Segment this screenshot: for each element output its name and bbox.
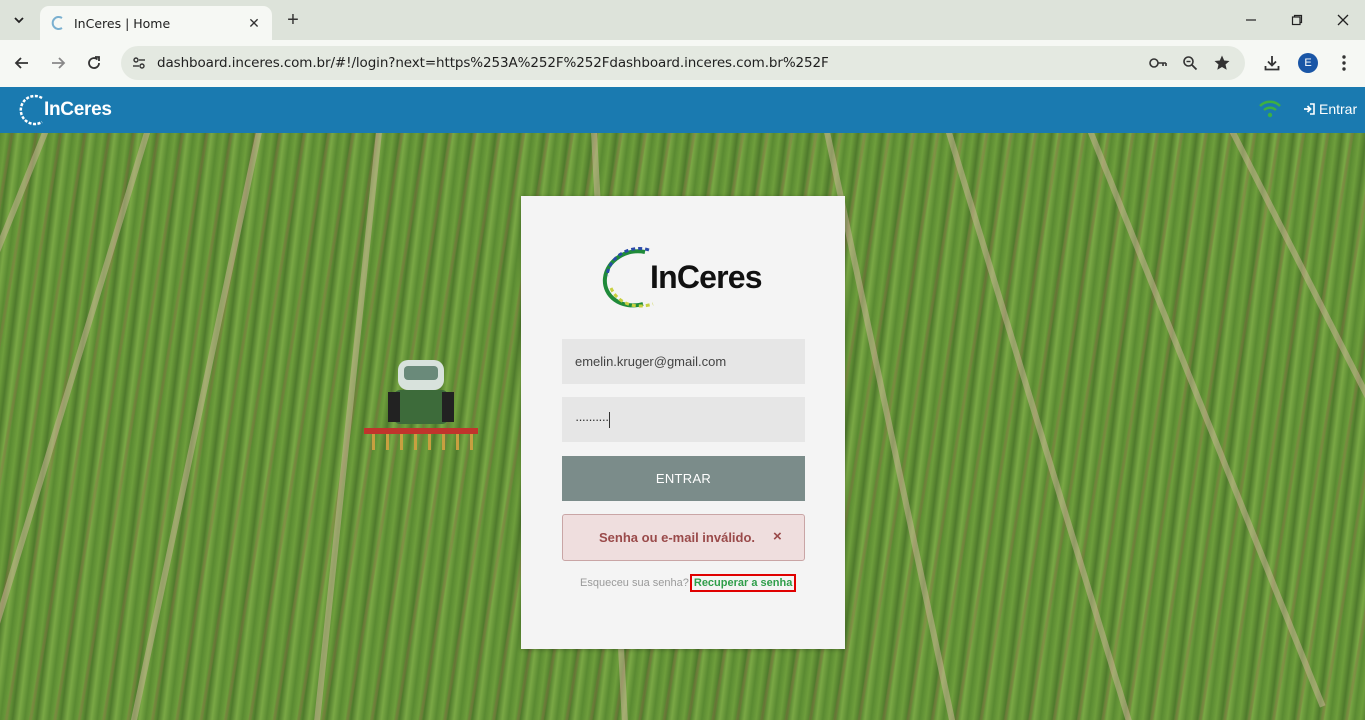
submit-login-button[interactable]: ENTRAR bbox=[562, 456, 805, 501]
star-icon bbox=[1214, 55, 1230, 70]
browser-toolbar: dashboard.inceres.com.br/#!/login?next=h… bbox=[0, 40, 1365, 87]
password-field[interactable]: ·········· bbox=[562, 397, 805, 442]
arrow-left-icon bbox=[14, 57, 28, 69]
reload-button[interactable] bbox=[81, 50, 107, 76]
text-cursor bbox=[609, 411, 611, 428]
header-login-label: Entrar bbox=[1319, 101, 1358, 117]
tab-title: InCeres | Home bbox=[74, 15, 171, 31]
new-tab-button[interactable]: + bbox=[282, 9, 304, 31]
tractor-image bbox=[364, 360, 478, 450]
tab-search-button[interactable] bbox=[6, 7, 32, 33]
browser-menu-button[interactable] bbox=[1332, 51, 1356, 75]
inceres-favicon-icon bbox=[51, 16, 63, 30]
error-alert: Senha ou e-mail inválido. × bbox=[562, 514, 805, 561]
forgot-password-row: Esqueceu sua senha? Recuperar a senha bbox=[580, 574, 797, 592]
profile-button[interactable]: E bbox=[1296, 51, 1320, 75]
zoom-button[interactable] bbox=[1180, 53, 1200, 73]
key-icon bbox=[1149, 58, 1167, 68]
header-logo-text: InCeres bbox=[44, 99, 112, 120]
browser-tab-active[interactable]: InCeres | Home ✕ bbox=[40, 6, 272, 40]
header-login-link[interactable]: Entrar bbox=[1303, 101, 1357, 117]
zoom-icon bbox=[1183, 56, 1198, 71]
arrow-right-icon bbox=[52, 57, 66, 69]
site-info-button[interactable] bbox=[129, 53, 149, 73]
tune-icon bbox=[133, 57, 145, 69]
forgot-password-text: Esqueceu sua senha? bbox=[580, 577, 689, 589]
close-window-button[interactable] bbox=[1320, 0, 1365, 40]
close-icon bbox=[1337, 14, 1349, 26]
restore-button[interactable] bbox=[1274, 0, 1320, 40]
wifi-icon bbox=[1259, 100, 1281, 118]
password-value: ·········· bbox=[575, 412, 609, 427]
error-message: Senha ou e-mail inválido. bbox=[599, 530, 756, 545]
browser-tabbar: InCeres | Home ✕ + bbox=[0, 0, 1365, 40]
password-key-button[interactable] bbox=[1148, 53, 1168, 73]
more-vert-icon bbox=[1342, 55, 1346, 71]
url-text[interactable]: dashboard.inceres.com.br/#!/login?next=h… bbox=[157, 55, 829, 71]
alert-close-icon[interactable]: × bbox=[773, 528, 782, 545]
login-card: InCeres emelin.kruger@gmail.com ········… bbox=[521, 196, 845, 649]
download-icon bbox=[1264, 56, 1280, 71]
bookmark-button[interactable] bbox=[1212, 53, 1232, 73]
minimize-button[interactable] bbox=[1228, 0, 1274, 40]
card-logo-text: InCeres bbox=[650, 259, 763, 295]
email-field[interactable]: emelin.kruger@gmail.com bbox=[562, 339, 805, 384]
address-bar[interactable]: dashboard.inceres.com.br/#!/login?next=h… bbox=[121, 46, 1245, 80]
forward-button[interactable] bbox=[45, 50, 71, 76]
app-header: InCeres Entrar bbox=[0, 87, 1365, 133]
downloads-button[interactable] bbox=[1260, 51, 1284, 75]
recover-password-link[interactable]: Recuperar a senha bbox=[689, 574, 797, 592]
avatar: E bbox=[1298, 53, 1318, 73]
back-button[interactable] bbox=[9, 50, 35, 76]
restore-icon bbox=[1291, 14, 1303, 26]
sign-in-icon bbox=[1304, 103, 1315, 115]
reload-icon bbox=[88, 56, 100, 69]
header-logo[interactable]: InCeres bbox=[18, 93, 112, 127]
minimize-icon bbox=[1246, 19, 1256, 21]
chevron-down-icon bbox=[14, 17, 24, 24]
tab-close-icon[interactable]: ✕ bbox=[244, 13, 264, 33]
